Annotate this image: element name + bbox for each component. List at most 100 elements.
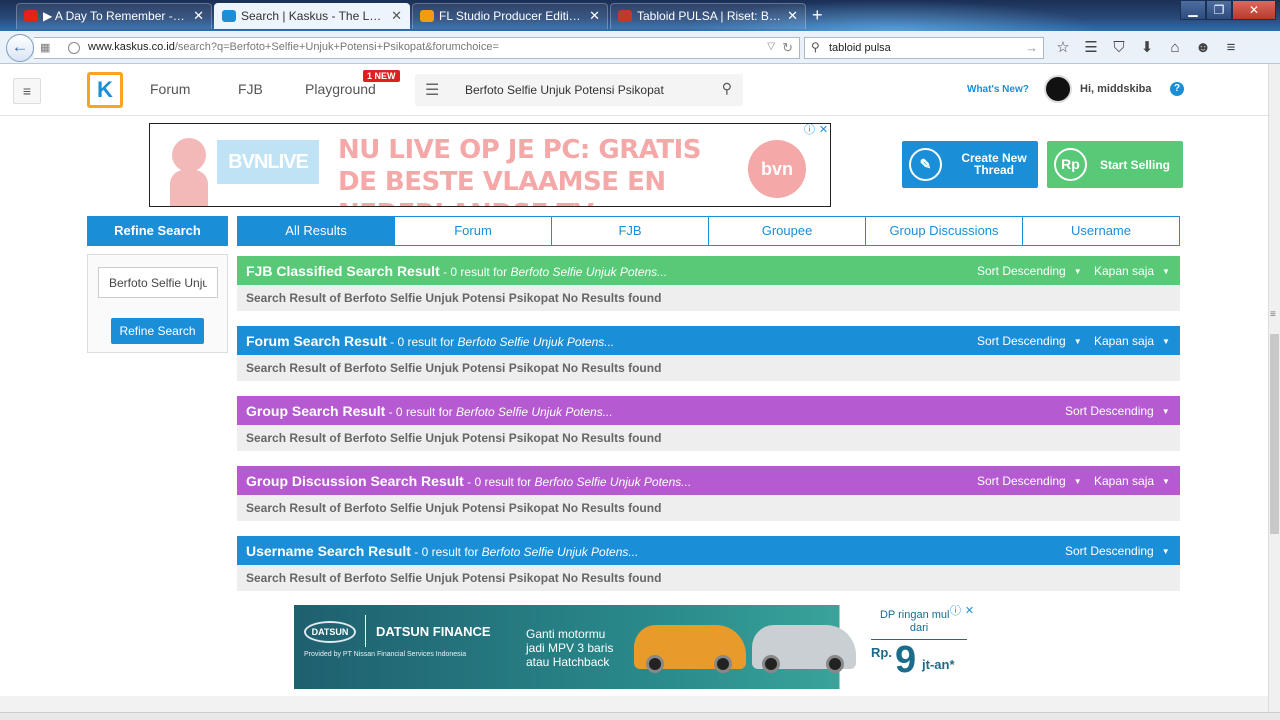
help-icon[interactable]: ? [1170,82,1184,96]
section-header: FJB Classified Search Result - 0 result … [237,256,1180,285]
new-tab-button[interactable]: + [812,5,823,25]
ad-info-icon[interactable]: ⓘ [949,605,962,618]
hamburger-menu-icon[interactable]: ≡ [13,78,41,104]
caret-down-icon: ▼ [1161,407,1170,416]
browser-tab-kaskus[interactable]: Search | Kaskus - The Large... ✕ [214,3,410,29]
site-search-input[interactable]: Berfoto Selfie Unjuk Potensi Psikopat [465,83,664,97]
close-tab-icon[interactable]: ✕ [787,4,798,28]
refine-search-panel: Refine Search [87,254,228,353]
create-thread-label: Create New Thread [961,151,1027,177]
group-result-section: Group Search Result - 0 result for Berfo… [237,396,1180,451]
start-selling-button[interactable]: Rp Start Selling [1047,141,1183,188]
time-dropdown[interactable]: Kapan saja ▼ [1094,334,1170,348]
page-icon[interactable]: ▦ [40,42,54,54]
ad-dp-divider [871,639,967,640]
tab-username[interactable]: Username [1023,216,1180,246]
sort-dropdown[interactable]: Sort Descending ▼ [977,474,1082,488]
section-body: Search Result of Berfoto Selfie Unjuk Po… [237,495,1180,521]
ad-person-head [172,138,206,172]
caret-down-icon: ▼ [1161,547,1170,556]
ad-close-icon[interactable]: ✕ [963,605,976,618]
back-arrow-icon[interactable]: ← [6,34,34,62]
username-result-section: Username Search Result - 0 result for Be… [237,536,1180,591]
section-body: Search Result of Berfoto Selfie Unjuk Po… [237,285,1180,311]
close-window-icon[interactable]: ✕ [1232,0,1276,20]
tab-group-discussions[interactable]: Group Discussions [866,216,1023,246]
close-tab-icon[interactable]: ✕ [193,4,204,28]
address-url: www.kaskus.co.id/search?q=Berfoto+Selfie… [88,41,499,53]
close-tab-icon[interactable]: ✕ [589,4,600,28]
time-dropdown[interactable]: Kapan saja ▼ [1094,264,1170,278]
section-title: Group Discussion Search Result - 0 resul… [246,473,692,489]
tab-groupee[interactable]: Groupee [709,216,866,246]
nav-playground[interactable]: Playground [305,81,376,97]
minimize-icon[interactable]: ▁ [1180,0,1206,20]
ad-person-body [170,170,208,206]
section-title: Group Search Result - 0 result for Berfo… [246,403,613,419]
user-avatar[interactable] [1044,75,1072,103]
section-body: Search Result of Berfoto Selfie Unjuk Po… [237,425,1180,451]
tab-all-results[interactable]: All Results [237,216,395,246]
browser-search-bar[interactable]: ⚲ tabloid pulsa → [804,37,1044,59]
ad-brand: DATSUN FINANCE [376,624,491,639]
caret-down-icon: ▼ [1073,337,1082,346]
bookmark-star-icon[interactable]: ☆ [1052,37,1074,59]
home-icon[interactable]: ⌂ [1164,37,1186,59]
ad-provided-by: Provided by PT Nissan Financial Services… [304,651,467,658]
banner-ad-bottom[interactable]: DATSUN DATSUN FINANCE Provided by PT Nis… [294,605,976,689]
pocket-icon[interactable]: ⛉ [1108,37,1130,59]
close-tab-icon[interactable]: ✕ [391,4,402,28]
ad-car-orange [634,625,746,673]
site-header: ≡ K Forum FJB Playground 1 NEW ☰ Berfoto… [0,64,1268,116]
scroll-grip-icon: ≡ [1270,309,1276,320]
ad-close-icon[interactable]: ✕ [817,124,830,137]
pencil-icon: ✎ [909,148,942,181]
sort-dropdown[interactable]: Sort Descending ▼ [977,334,1082,348]
ad-info-icon[interactable]: ⓘ [803,124,816,137]
user-greeting[interactable]: Hi, middskiba [1080,83,1152,95]
arrow-right-icon[interactable]: → [1025,40,1038,55]
nav-forum[interactable]: Forum [150,81,190,97]
download-icon[interactable]: ⬇ [1136,37,1158,59]
tab-fjb[interactable]: FJB [552,216,709,246]
time-dropdown[interactable]: Kapan saja ▼ [1094,474,1170,488]
ad-tagline: Ganti motormu jadi MPV 3 baris atau Hatc… [526,627,614,669]
browser-tab-youtube[interactable]: ▶ A Day To Remember - I'... ✕ [16,3,212,29]
kaskus-logo[interactable]: K [87,72,123,108]
new-badge: 1 NEW [363,70,400,82]
reload-icon[interactable]: ↻ [782,40,793,56]
banner-ad-top[interactable]: BVNLIVE NU LIVE OP JE PC: GRATIS DE BEST… [149,123,831,207]
menu-icon[interactable]: ≡ [1220,37,1242,59]
whats-new-link[interactable]: What's New? [967,84,1029,95]
refine-search-input[interactable] [98,267,218,298]
nav-fjb[interactable]: FJB [238,81,263,97]
scrollbar-thumb[interactable] [1270,334,1279,534]
reading-list-icon[interactable]: ☰ [1080,37,1102,59]
maximize-icon[interactable]: ❐ [1206,0,1232,20]
browser-tab-flstudio[interactable]: FL Studio Producer Edition ... ✕ [412,3,608,29]
site-search-box[interactable]: ☰ Berfoto Selfie Unjuk Potensi Psikopat … [415,74,743,106]
globe-icon [68,42,80,54]
tab-title: Tabloid PULSA | Riset: Berf... [637,9,793,23]
tab-title: FL Studio Producer Edition ... [439,9,596,23]
browser-tab-pulsa[interactable]: Tabloid PULSA | Riset: Berf... ✕ [610,3,806,29]
refine-search-button[interactable]: Refine Search [111,318,204,344]
caret-down-icon: ▼ [1162,337,1170,346]
search-icon[interactable]: ⚲ [722,80,732,97]
caret-down-icon: ▼ [1162,267,1170,276]
search-category-icon[interactable]: ☰ [425,80,439,100]
address-bar[interactable]: ▦ www.kaskus.co.id/search?q=Berfoto+Self… [34,37,800,59]
tab-forum[interactable]: Forum [395,216,552,246]
create-new-thread-button[interactable]: ✎ Create New Thread [902,141,1038,188]
sort-dropdown[interactable]: Sort Descending ▼ [1065,544,1170,558]
section-title: FJB Classified Search Result - 0 result … [246,263,668,279]
ad-rp: Rp. [871,645,892,660]
horizontal-scrollbar[interactable] [0,712,1280,720]
chat-icon[interactable]: ☻ [1192,37,1214,59]
vertical-scrollbar[interactable]: ≡ [1268,64,1280,712]
kaskus-icon [222,10,236,22]
sort-dropdown[interactable]: Sort Descending ▼ [1065,404,1170,418]
chevron-down-icon[interactable]: ▽ [767,41,775,52]
start-selling-label: Start Selling [1100,158,1171,172]
sort-dropdown[interactable]: Sort Descending ▼ [977,264,1082,278]
